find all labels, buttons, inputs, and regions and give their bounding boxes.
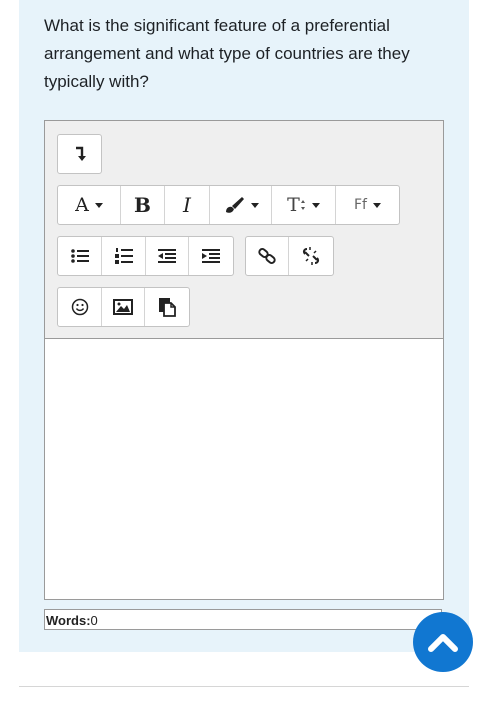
link-group bbox=[245, 236, 334, 276]
bold-label: B bbox=[134, 193, 151, 217]
font-color-button[interactable]: A bbox=[58, 186, 121, 224]
next-card-edge bbox=[19, 686, 469, 701]
italic-button[interactable]: I bbox=[165, 186, 210, 224]
caret-down-icon bbox=[94, 202, 103, 208]
word-count-value: 0 bbox=[90, 613, 98, 628]
arrow-down-icon bbox=[75, 146, 86, 161]
chevron-up-icon bbox=[428, 634, 458, 652]
font-color-label: A bbox=[75, 194, 89, 216]
insert-group bbox=[57, 287, 190, 327]
editor-content-area[interactable] bbox=[45, 339, 443, 599]
media-button[interactable] bbox=[145, 288, 189, 326]
indent-button[interactable] bbox=[189, 237, 233, 275]
ordered-list-button[interactable] bbox=[102, 237, 146, 275]
emoji-icon bbox=[71, 298, 88, 316]
question-text: What is the significant feature of a pre… bbox=[44, 16, 410, 91]
format-group: A B I T Ff bbox=[57, 185, 400, 225]
resize-arrows-icon bbox=[300, 200, 305, 210]
bold-button[interactable]: B bbox=[121, 186, 165, 224]
unlink-button[interactable] bbox=[289, 237, 333, 275]
caret-down-icon bbox=[372, 202, 381, 208]
word-count: Words:0 bbox=[44, 609, 442, 630]
toolbar-toggle-button[interactable] bbox=[58, 135, 101, 173]
unordered-list-button[interactable] bbox=[58, 237, 102, 275]
font-family-label: Ff bbox=[354, 197, 367, 213]
indent-icon bbox=[202, 249, 220, 263]
image-icon bbox=[113, 299, 133, 315]
paintbrush-icon bbox=[225, 197, 244, 213]
toolbar-toggle-group bbox=[57, 134, 102, 174]
editor-toolbar: A B I T Ff bbox=[45, 121, 443, 339]
paintbrush-button[interactable] bbox=[210, 186, 272, 224]
caret-down-icon bbox=[311, 202, 320, 208]
media-icon bbox=[159, 298, 176, 317]
outdent-button[interactable] bbox=[146, 237, 189, 275]
emoji-button[interactable] bbox=[58, 288, 102, 326]
list-group bbox=[57, 236, 234, 276]
style-label: T bbox=[287, 194, 300, 216]
font-family-button[interactable]: Ff bbox=[336, 186, 399, 224]
italic-label: I bbox=[183, 193, 191, 217]
unordered-list-icon bbox=[70, 249, 89, 263]
text-editor: A B I T Ff bbox=[44, 120, 444, 600]
word-count-label: Words: bbox=[46, 613, 91, 628]
outdent-icon bbox=[158, 249, 176, 263]
link-icon bbox=[258, 248, 276, 264]
link-button[interactable] bbox=[246, 237, 289, 275]
style-button[interactable]: T bbox=[272, 186, 336, 224]
ordered-list-icon bbox=[114, 248, 133, 264]
unlink-icon bbox=[302, 247, 320, 265]
scroll-to-top-button[interactable] bbox=[413, 612, 473, 672]
image-button[interactable] bbox=[102, 288, 145, 326]
caret-down-icon bbox=[250, 202, 259, 208]
